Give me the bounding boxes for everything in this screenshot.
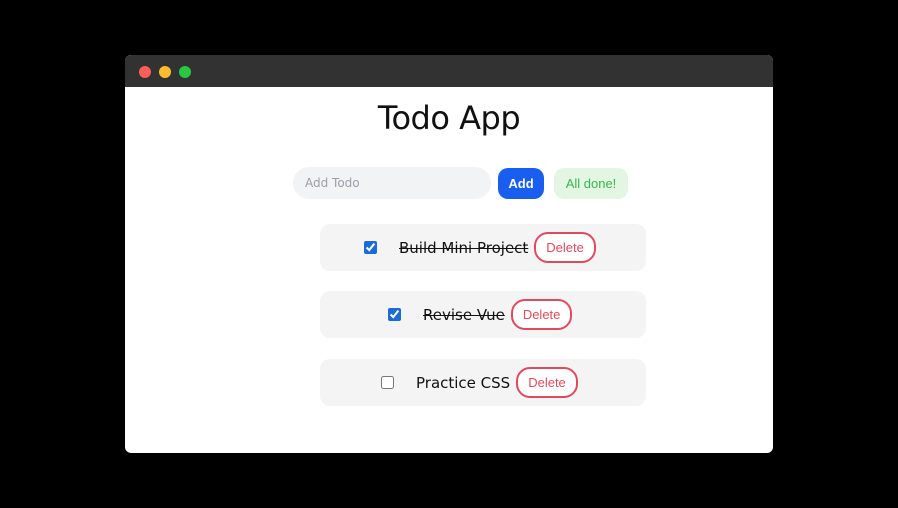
list-item: Practice CSS Delete [320, 359, 646, 406]
close-window-icon[interactable] [139, 66, 151, 78]
todo-checkbox[interactable] [381, 376, 394, 389]
list-item: Build Mini Project Delete [320, 224, 646, 271]
window-titlebar [125, 55, 773, 87]
delete-button[interactable]: Delete [510, 299, 573, 330]
delete-button[interactable]: Delete [516, 367, 578, 398]
page-title: Todo App [377, 99, 521, 137]
todo-label: Build Mini Project [399, 238, 529, 257]
delete-button[interactable]: Delete [534, 232, 596, 263]
status-badge: All done! [554, 168, 628, 199]
todo-label: Practice CSS [416, 373, 511, 392]
add-todo-input[interactable] [293, 167, 491, 199]
todo-checkbox[interactable] [388, 308, 401, 321]
todo-checkbox[interactable] [364, 241, 377, 254]
todo-label: Revise Vue [423, 305, 505, 324]
minimize-window-icon[interactable] [159, 66, 171, 78]
list-item: Revise Vue Delete [320, 291, 646, 338]
add-button[interactable]: Add [498, 168, 544, 199]
maximize-window-icon[interactable] [179, 66, 191, 78]
app-window: Todo App Add All done! Build Mini Projec… [125, 55, 773, 453]
